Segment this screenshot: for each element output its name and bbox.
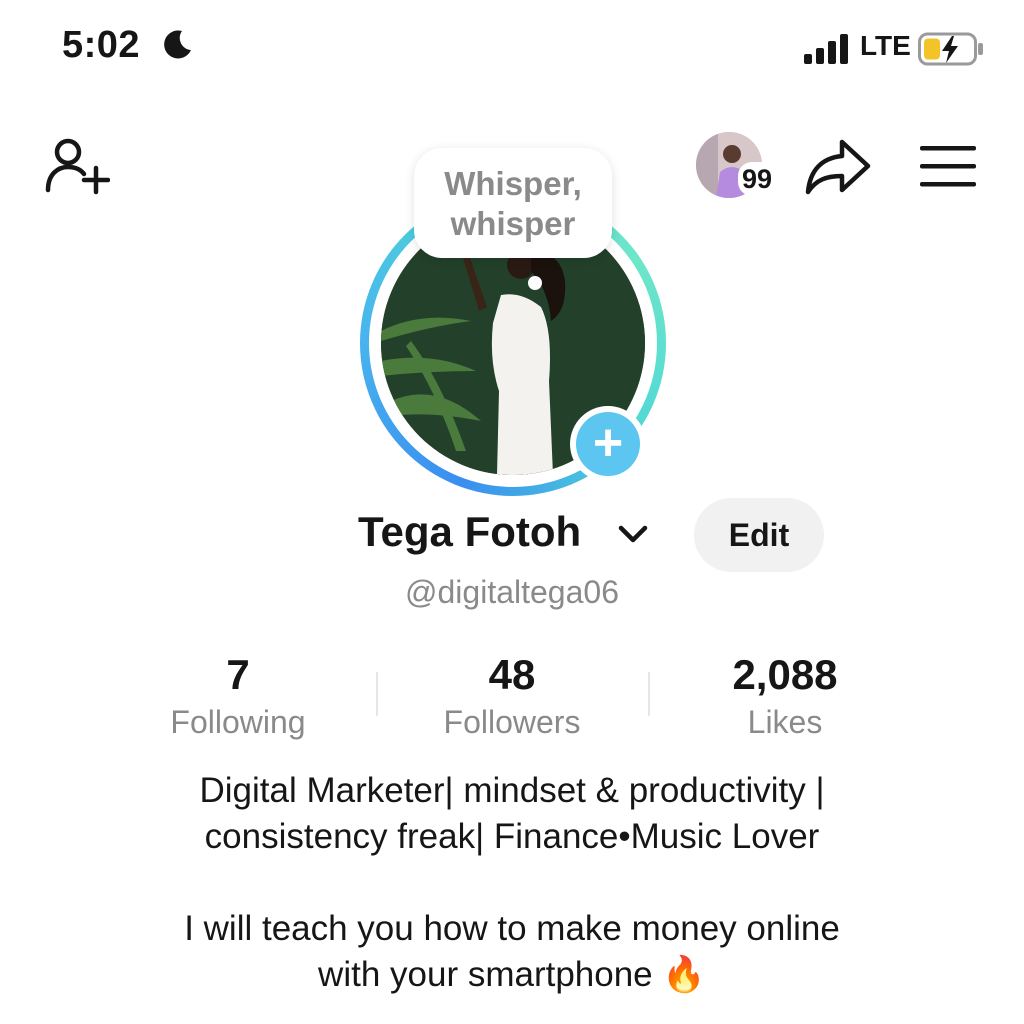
stat-label: Likes (747, 704, 823, 740)
battery-charging-icon (918, 32, 983, 66)
bio-line: Digital Marketer| mindset & productivity… (199, 771, 825, 810)
stat-value: 7 (226, 651, 250, 698)
share-icon[interactable] (804, 136, 872, 196)
stat-likes[interactable]: 2,088 Likes (665, 650, 905, 744)
note-line-1: Whisper, (444, 165, 582, 202)
menu-icon[interactable] (920, 144, 976, 188)
username: @digitaltega06 (405, 574, 619, 610)
add-story-button[interactable]: + (570, 406, 646, 482)
stat-label: Followers (443, 704, 581, 740)
bio-line: with your smartphone 🔥 (318, 955, 706, 994)
signal-icon (804, 34, 848, 64)
edit-profile-button[interactable]: Edit (694, 498, 824, 572)
stat-followers[interactable]: 48 Followers (392, 650, 632, 744)
bio-line: I will teach you how to make money onlin… (184, 909, 840, 948)
stat-following[interactable]: 7 Following (118, 650, 358, 744)
status-time: 5:02 (62, 24, 141, 66)
profile-note-bubble[interactable]: Whisper, whisper (414, 148, 612, 258)
display-name[interactable]: Tega Fotoh (358, 508, 581, 556)
note-bubble-tail (528, 276, 542, 290)
moon-icon (164, 30, 191, 59)
notification-count-badge: 99 (738, 162, 777, 196)
chevron-down-icon[interactable] (616, 522, 650, 546)
add-friend-icon[interactable] (44, 136, 110, 196)
stat-divider (376, 672, 378, 716)
stat-value: 2,088 (732, 651, 838, 698)
stat-divider (648, 672, 650, 716)
note-line-2: whisper (450, 205, 576, 242)
bio-line: consistency freak| Finance•Music Lover (204, 817, 820, 856)
stat-label: Following (170, 704, 306, 740)
network-label: LTE (860, 30, 911, 61)
stat-value: 48 (488, 651, 536, 698)
plus-icon: + (576, 412, 640, 476)
